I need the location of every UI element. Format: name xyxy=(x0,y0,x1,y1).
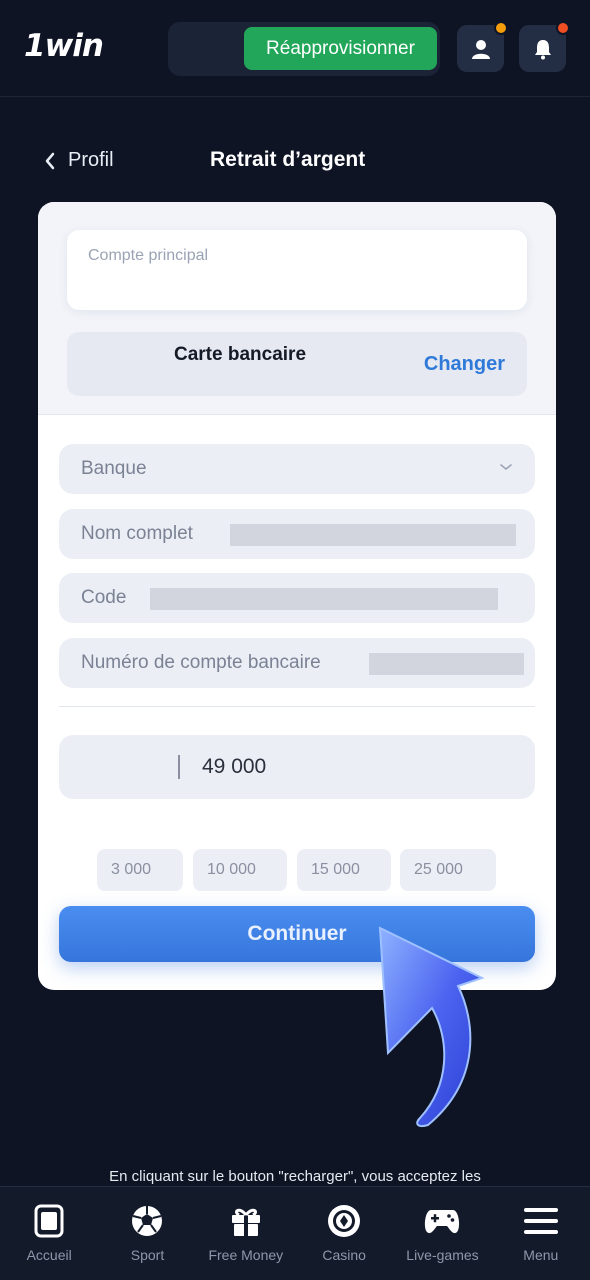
bank-label: Banque xyxy=(81,458,147,479)
soccer-ball-icon xyxy=(132,1206,163,1236)
nav-label: Sport xyxy=(130,1247,165,1263)
amount-input[interactable]: 49 000 xyxy=(59,735,535,799)
user-icon xyxy=(471,39,490,59)
back-link[interactable]: Profil xyxy=(44,149,114,172)
nav-item-accueil[interactable]: Accueil xyxy=(0,1187,98,1280)
notification-dot xyxy=(494,21,508,35)
brand-logo[interactable]: 1win xyxy=(24,28,104,64)
topup-button[interactable]: Réapprovisionner xyxy=(244,27,437,70)
nav-item-free-money[interactable]: Free Money xyxy=(197,1187,295,1280)
bottom-nav: Accueil Sport Free Money Casino Live-gam… xyxy=(0,1186,590,1280)
casino-chip-icon xyxy=(328,1205,361,1237)
account-label: Compte principal xyxy=(88,247,209,264)
quick-amount-chip[interactable]: 3 000 xyxy=(97,849,183,891)
code-field[interactable]: Code xyxy=(59,573,535,623)
bell-icon xyxy=(534,39,551,59)
profile-button[interactable] xyxy=(457,21,508,72)
back-label: Profil xyxy=(68,149,114,171)
nav-label: Free Money xyxy=(208,1247,284,1263)
quick-amount-chip[interactable]: 15 000 xyxy=(297,849,391,891)
bank-select[interactable]: Banque xyxy=(59,444,535,494)
gamepad-icon xyxy=(425,1210,460,1234)
home-icon xyxy=(34,1204,64,1238)
app-header: 1win Réapprovisionner xyxy=(0,0,590,97)
full-name-field[interactable]: Nom complet xyxy=(59,509,535,559)
notifications-button[interactable] xyxy=(519,21,570,72)
nav-label: Menu xyxy=(523,1247,559,1263)
notification-dot xyxy=(556,21,570,35)
amount-value: 49 000 xyxy=(202,755,267,778)
redacted-value xyxy=(369,653,524,675)
redacted-value xyxy=(150,588,498,610)
chevron-down-icon xyxy=(500,464,512,471)
nav-label: Accueil xyxy=(26,1247,72,1263)
nav-item-menu[interactable]: Menu xyxy=(492,1187,590,1280)
card-header-area: Compte principal Carte bancaire Changer xyxy=(38,202,556,415)
gift-icon xyxy=(231,1208,260,1236)
change-method-link[interactable]: Changer xyxy=(424,353,505,376)
page-title: Retrait d’argent xyxy=(210,148,366,171)
withdrawal-card: Compte principal Carte bancaire Changer … xyxy=(38,202,556,990)
quick-amount-chip[interactable]: 25 000 xyxy=(400,849,496,891)
nav-item-casino[interactable]: Casino xyxy=(295,1187,393,1280)
nav-label: Casino xyxy=(322,1247,366,1263)
nav-label: Live-games xyxy=(406,1247,479,1263)
text-caret xyxy=(178,755,180,779)
quick-amount-chip[interactable]: 10 000 xyxy=(193,849,287,891)
pointer-arrow-graphic xyxy=(378,926,485,1128)
code-label: Code xyxy=(81,587,127,608)
nav-item-live-games[interactable]: Live-games xyxy=(393,1187,491,1280)
full-name-label: Nom complet xyxy=(81,523,193,544)
nav-item-sport[interactable]: Sport xyxy=(98,1187,196,1280)
redacted-value xyxy=(230,524,516,546)
terms-text: En cliquant sur le bouton "recharger", v… xyxy=(109,1168,481,1185)
account-number-field[interactable]: Numéro de compte bancaire xyxy=(59,638,535,688)
account-number-label: Numéro de compte bancaire xyxy=(81,652,321,673)
payment-method-name: Carte bancaire xyxy=(174,344,307,365)
account-selector[interactable]: Compte principal xyxy=(67,230,527,310)
payment-method: Carte bancaire Changer xyxy=(67,332,527,396)
divider xyxy=(59,706,535,707)
menu-icon xyxy=(523,1208,558,1234)
chevron-left-icon xyxy=(45,152,55,169)
